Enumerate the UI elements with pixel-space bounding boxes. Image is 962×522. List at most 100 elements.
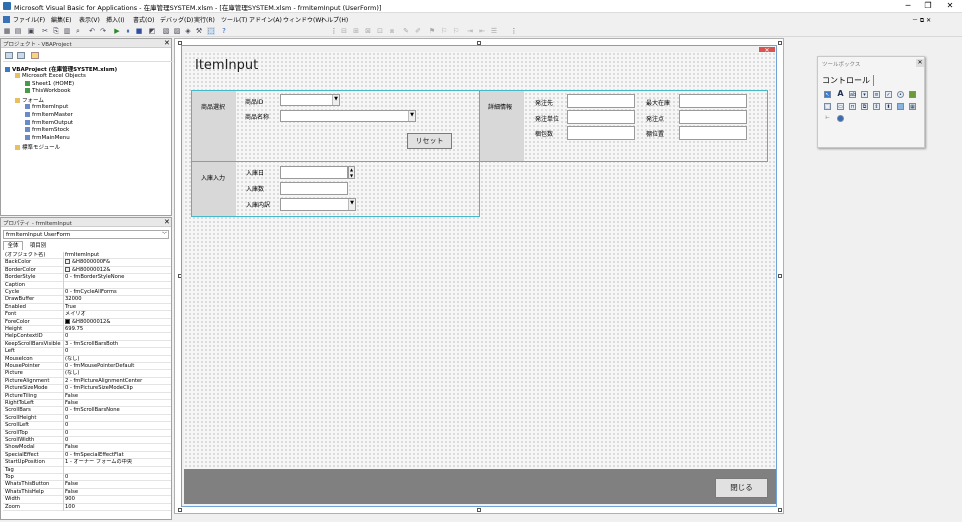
cut-icon[interactable]: ✂ [41,27,49,35]
menu-tools[interactable]: ツール(T) [221,15,247,24]
toolbox-icon[interactable]: ⚒ [195,27,203,35]
property-row[interactable]: ScrollTop 0 [3,429,171,437]
property-value[interactable]: 100 [65,504,169,511]
group-icon[interactable]: ⊡ [376,27,384,35]
property-row[interactable]: (オブジェクト名) frmItemInput [3,252,171,260]
property-value[interactable]: メイリオ [65,311,169,318]
togglebutton-tool-icon[interactable] [909,91,916,98]
close-icon[interactable]: ✕ [164,39,170,47]
prev-bookmark-icon[interactable]: ⚐ [452,27,460,35]
property-value[interactable]: 0 [65,474,169,481]
tree-item[interactable]: frmItemOutput [25,119,73,126]
multipage-tool-icon[interactable]: ⧉ [861,103,868,110]
treeview-tool-icon[interactable]: ⊢ [824,115,831,122]
property-value[interactable]: True [65,304,169,311]
undo-icon[interactable]: ↶ [88,27,96,35]
toolbox-tab-controls[interactable]: コントロール [822,75,874,86]
optionbutton-tool-icon[interactable]: • [897,91,904,98]
entry-date-field[interactable] [280,166,348,179]
property-row[interactable]: Top 0 [3,474,171,482]
bookmark-icon[interactable]: ⚑ [428,27,436,35]
ungroup-icon[interactable]: ⧈ [388,27,396,35]
help-icon[interactable]: ? [220,27,228,35]
align-left-icon[interactable]: ⊟ [340,27,348,35]
find-icon[interactable]: ⌕ [74,27,82,35]
property-value[interactable]: 699.75 [65,326,169,333]
label-tool-icon[interactable]: A [837,90,844,98]
textbox-tool-icon[interactable]: ab [849,91,856,98]
tree-item[interactable]: Sheet1 (HOME) [25,80,74,87]
property-value[interactable]: 0 [65,422,169,429]
property-row[interactable]: ScrollLeft 0 [3,422,171,430]
property-row[interactable]: DrawBuffer 32000 [3,296,171,304]
combobox-tool-icon[interactable]: ▾ [861,91,868,98]
pack-qty-field[interactable] [567,126,635,140]
tree-item[interactable]: ThisWorkbook [25,88,71,94]
property-row[interactable]: BorderColor &H80000012& [3,266,171,275]
property-value[interactable]: 0 [65,348,169,355]
next-bookmark-icon[interactable]: ⚐ [440,27,448,35]
resize-handle[interactable] [778,508,782,512]
property-value[interactable]: 0 [65,333,169,340]
toggle-folders-icon[interactable] [31,52,39,59]
property-value[interactable]: 0 [65,430,169,437]
tree-item[interactable]: frmItemStock [25,127,69,133]
menu-window[interactable]: ウィンドウ(W) [283,15,324,24]
order-unit-field[interactable] [567,110,635,124]
property-row[interactable]: Picture (なし) [3,370,171,378]
property-row[interactable]: Caption [3,281,171,289]
resize-handle[interactable] [178,508,182,512]
property-row[interactable]: RightToLeft False [3,400,171,408]
view-code-icon[interactable] [5,52,13,59]
listbox-tool-icon[interactable]: ≡ [873,91,880,98]
property-value[interactable]: frmItemInput [65,252,169,259]
max-stock-field[interactable] [679,94,747,108]
outdent-icon[interactable]: ⇤ [478,27,486,35]
tree-item[interactable]: フォーム [15,96,44,104]
property-row[interactable]: PictureSizeMode 0 - fmPictureSizeModeClip [3,385,171,393]
property-row[interactable]: PictureAlignment 2 - fmPictureAlignmentCe… [3,377,171,386]
property-row[interactable]: HelpContextID 0 [3,333,171,341]
shelf-location-field[interactable] [679,126,747,140]
uncomment-icon[interactable]: ✐ [414,27,422,35]
comment-icon[interactable]: ✎ [402,27,410,35]
property-value[interactable]: (なし) [65,356,169,363]
property-value[interactable]: 0 - fmSpecialEffectFlat [65,452,169,459]
property-row[interactable]: Font メイリオ [3,311,171,319]
refedit-tool-icon[interactable]: ▦ [909,103,916,110]
menu-run[interactable]: 実行(R) [194,15,215,24]
excel-view-icon[interactable]: ▦ [3,27,11,35]
product-id-combo[interactable]: ▼ [280,94,340,106]
object-browser-icon[interactable]: ◈ [184,27,192,35]
property-row[interactable]: Width 900 [3,496,171,504]
close-button[interactable]: 閉じる [715,478,768,498]
copy-icon[interactable]: ⎘ [52,27,60,35]
property-value[interactable]: False [65,393,169,400]
close-icon[interactable]: ✕ [164,218,170,226]
frame-tool-icon[interactable]: ⬚ [824,103,831,110]
resize-handle[interactable] [778,274,782,278]
paste-icon[interactable]: ▥ [63,27,71,35]
tabstrip-tool-icon[interactable]: ⊓ [849,103,856,110]
property-value[interactable]: 32000 [65,296,169,303]
property-value[interactable]: 0 - fmBorderStyleNone [65,274,169,281]
property-row[interactable]: ShowModal False [3,444,171,452]
property-row[interactable]: SpecialEffect 0 - fmSpecialEffectFlat [3,451,171,460]
property-value[interactable]: 0 [65,437,169,444]
resize-handle[interactable] [477,508,481,512]
property-value[interactable]: 900 [65,496,169,503]
property-value[interactable]: 1 - オーナー フォームの中央 [65,459,169,466]
property-row[interactable]: StartUpPosition 1 - オーナー フォームの中央 [3,459,171,467]
align-right-icon[interactable]: ⊠ [364,27,372,35]
commandbutton-tool-icon[interactable]: ▭ [837,103,844,110]
product-name-combo[interactable]: ▼ [280,110,416,122]
checkbox-tool-icon[interactable]: ✓ [885,91,892,98]
property-row[interactable]: ScrollBars 0 - fmScrollBarsNone [3,407,171,415]
restore-icon[interactable]: ❐ [918,1,938,11]
menu-debug[interactable]: デバッグ(D) [160,15,193,24]
tree-item[interactable]: VBAProject (在庫管理SYSTEM.xlsm) [5,65,117,73]
tree-item[interactable]: frmItemMaster [25,111,73,118]
chevron-down-icon[interactable]: ▼ [348,199,355,210]
select-objects-icon[interactable]: ↖ [824,91,831,98]
property-row[interactable]: WhatsThisHelp False [3,488,171,497]
